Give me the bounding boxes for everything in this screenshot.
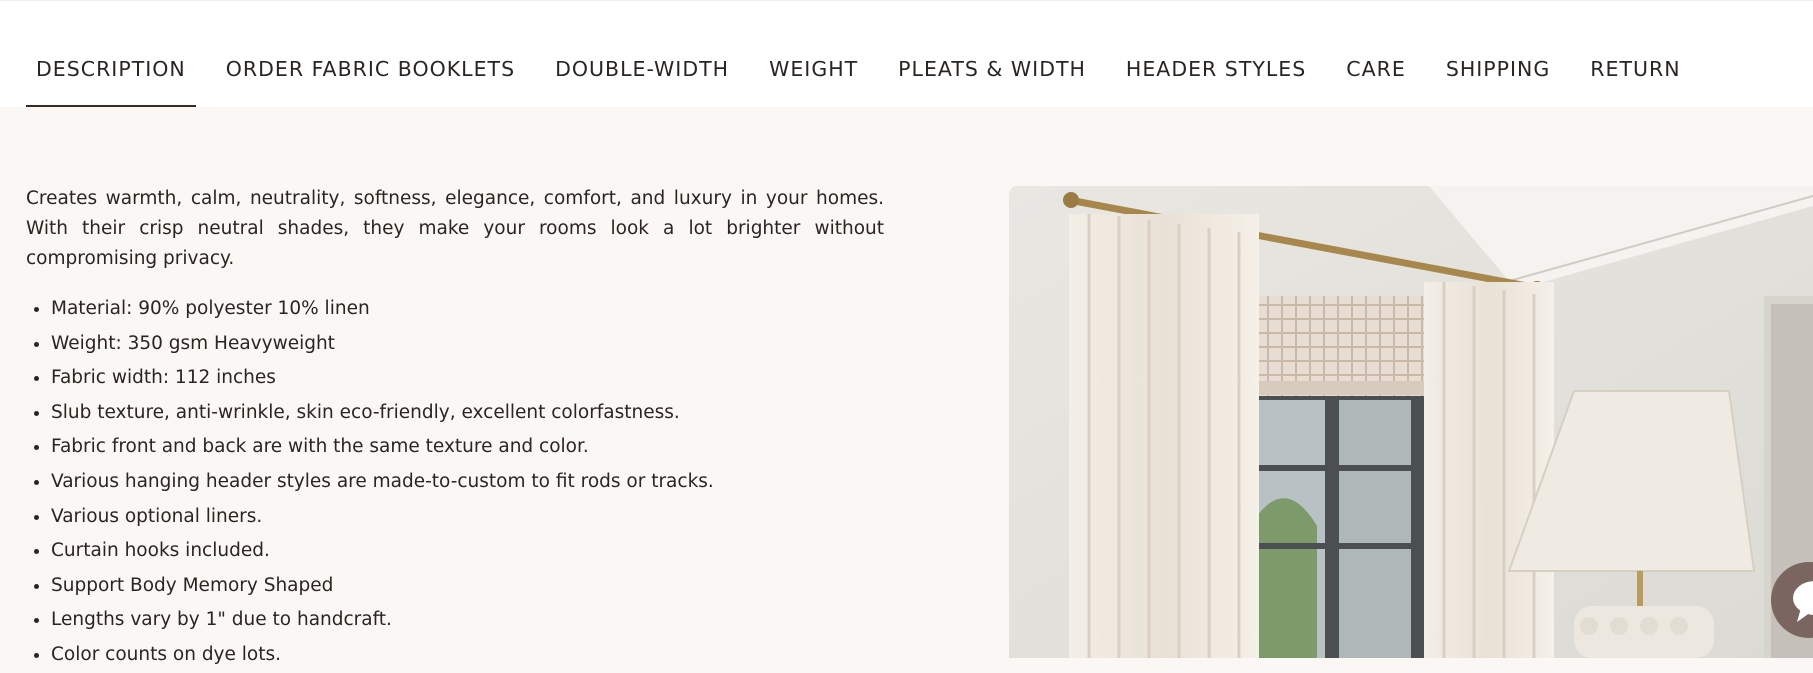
description-panel: Creates warmth, calm, neutrality, softne… <box>0 106 1813 665</box>
list-item: Curtain hooks included. <box>51 534 901 569</box>
tab-care[interactable]: CARE <box>1336 1 1416 107</box>
list-item: Fabric front and back are with the same … <box>51 430 901 465</box>
tab-order-fabric-booklets[interactable]: ORDER FABRIC BOOKLETS <box>216 1 525 107</box>
tabs: DESCRIPTION ORDER FABRIC BOOKLETS DOUBLE… <box>26 1 1711 107</box>
tab-description[interactable]: DESCRIPTION <box>26 1 196 107</box>
list-item: Various optional liners. <box>51 500 901 535</box>
list-item: Fabric width: 112 inches <box>51 361 901 396</box>
chat-button[interactable] <box>1771 562 1813 638</box>
list-item: Support Body Memory Shaped <box>51 569 901 604</box>
tab-bar: DESCRIPTION ORDER FABRIC BOOKLETS DOUBLE… <box>0 0 1813 107</box>
list-item: Various hanging header styles are made-t… <box>51 465 901 500</box>
tab-double-width[interactable]: DOUBLE-WIDTH <box>545 1 739 107</box>
list-item: Color counts on dye lots. <box>51 638 901 673</box>
tab-pleats-width[interactable]: PLEATS & WIDTH <box>888 1 1096 107</box>
list-item: Lengths vary by 1" due to handcraft. <box>51 603 901 638</box>
tab-shipping[interactable]: SHIPPING <box>1436 1 1560 107</box>
list-item: Material: 90% polyester 10% linen <box>51 292 901 327</box>
tab-header-styles[interactable]: HEADER STYLES <box>1116 1 1316 107</box>
description-intro: Creates warmth, calm, neutrality, softne… <box>26 188 884 269</box>
chat-bubble-icon <box>1793 581 1813 622</box>
tab-weight[interactable]: WEIGHT <box>759 1 868 107</box>
product-photo <box>1009 186 1813 658</box>
feature-list: Material: 90% polyester 10% linen Weight… <box>26 292 901 673</box>
tab-return[interactable]: RETURN <box>1580 1 1690 107</box>
list-item: Slub texture, anti-wrinkle, skin eco-fri… <box>51 396 901 431</box>
list-item: Weight: 350 gsm Heavyweight <box>51 327 901 362</box>
